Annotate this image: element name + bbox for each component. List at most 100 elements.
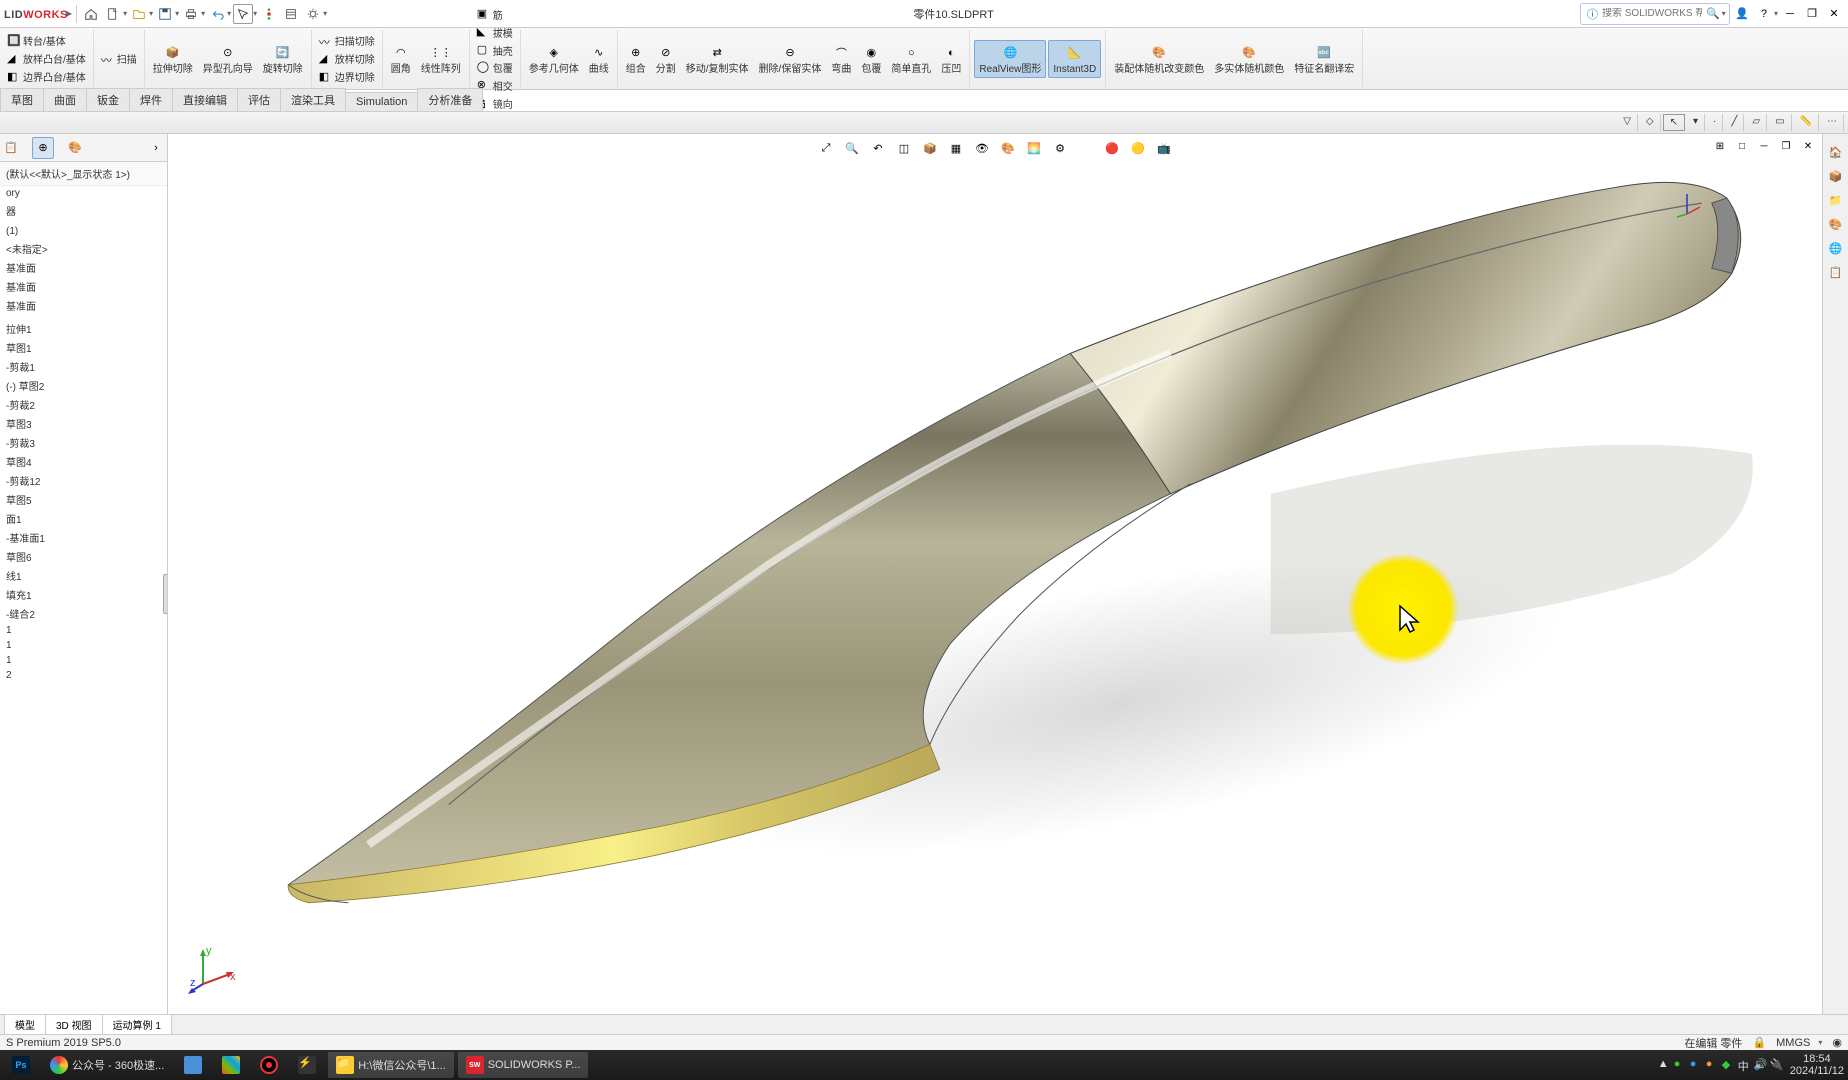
options-icon[interactable] bbox=[303, 4, 323, 24]
bottom-tab-3dview[interactable]: 3D 视图 bbox=[45, 1014, 103, 1035]
tree-item[interactable]: 草图6 bbox=[0, 547, 167, 566]
hole-wizard-button[interactable]: ⊙异型孔向导 bbox=[199, 41, 257, 77]
tray-volume-icon[interactable]: 🔊 bbox=[1754, 1058, 1768, 1072]
tab-sheetmetal[interactable]: 钣金 bbox=[86, 88, 130, 111]
print-icon[interactable] bbox=[181, 4, 201, 24]
tray-icon[interactable]: ▲ bbox=[1658, 1058, 1672, 1072]
zoom-fit-icon[interactable]: ⤢ bbox=[816, 138, 836, 158]
status-lock-icon[interactable]: 🔒 bbox=[1752, 1036, 1766, 1049]
tree-item[interactable]: 器 bbox=[0, 201, 167, 220]
tree-item[interactable]: 面1 bbox=[0, 509, 167, 528]
save-icon[interactable] bbox=[155, 4, 175, 24]
feature-macro-button[interactable]: 🔤特征名翻译宏 bbox=[1290, 41, 1358, 77]
boundary-boss-button[interactable]: ◧边界凸台/基体 bbox=[4, 68, 89, 85]
select-arrow-icon[interactable]: ↖ bbox=[1663, 114, 1685, 131]
status-units[interactable]: MMGS bbox=[1776, 1037, 1810, 1049]
home-icon[interactable] bbox=[81, 4, 101, 24]
tree-tab-expand[interactable]: › bbox=[145, 137, 167, 159]
tree-item[interactable]: 基准面 bbox=[0, 258, 167, 277]
taskbar-explorer[interactable]: 📁H:\微信公众号\1... bbox=[328, 1052, 453, 1078]
tree-item[interactable]: 1 bbox=[0, 623, 167, 638]
status-isolate-icon[interactable]: ◉ bbox=[1832, 1036, 1842, 1049]
split-button[interactable]: ⊘分割 bbox=[652, 41, 680, 77]
rebuild-icon[interactable] bbox=[259, 4, 279, 24]
decal-icon[interactable]: 🟡 bbox=[1128, 138, 1148, 158]
taskbar-date[interactable]: 2024/11/12 bbox=[1790, 1065, 1844, 1077]
dome-button[interactable]: ◐压凹 bbox=[937, 41, 965, 77]
help-icon[interactable]: ? bbox=[1754, 4, 1774, 24]
tree-item[interactable]: ory bbox=[0, 186, 167, 201]
viewport[interactable]: ⤢ 🔍 ↶ ◫ 📦 ▦ 👁 🎨 🌅 ⚙ 🔴 🟡 📺 bbox=[168, 134, 1822, 1014]
sweep-cut-button[interactable]: 〰扫描切除 bbox=[316, 32, 378, 49]
tray-icon[interactable]: 中 bbox=[1738, 1058, 1752, 1072]
realview-button[interactable]: 🌐RealView图形 bbox=[974, 40, 1046, 78]
hole-simple-button[interactable]: ○简单直孔 bbox=[887, 41, 935, 77]
tree-item[interactable]: 基准面 bbox=[0, 296, 167, 315]
panel-custom-icon[interactable]: 📋 bbox=[1826, 262, 1846, 282]
fillet-button[interactable]: ◠圆角 bbox=[387, 41, 415, 77]
loft-boss-button[interactable]: ◢放样凸台/基体 bbox=[4, 50, 89, 67]
tab-analysis[interactable]: 分析准备 bbox=[417, 88, 483, 111]
bottom-tab-motion[interactable]: 运动算例 1 bbox=[102, 1014, 172, 1035]
tree-item[interactable]: 1 bbox=[0, 638, 167, 653]
panel-appearances-icon[interactable]: 🎨 bbox=[1826, 214, 1846, 234]
more-filters-icon[interactable]: ⋯ bbox=[1821, 114, 1844, 131]
tree-item[interactable]: 草图3 bbox=[0, 414, 167, 433]
revolve-cut-button[interactable]: 🔄旋转切除 bbox=[259, 41, 307, 77]
undo-icon[interactable] bbox=[207, 4, 227, 24]
ref-geom-button[interactable]: ◈参考几何体 bbox=[525, 41, 583, 77]
display-icon[interactable]: 📺 bbox=[1154, 138, 1174, 158]
taskbar-record[interactable] bbox=[252, 1052, 286, 1078]
properties-icon[interactable] bbox=[281, 4, 301, 24]
tree-item[interactable]: 草图4 bbox=[0, 452, 167, 471]
tree-item[interactable]: -剪裁3 bbox=[0, 433, 167, 452]
vertex-filter-icon[interactable]: · bbox=[1707, 114, 1723, 131]
taskbar-app1[interactable] bbox=[176, 1052, 210, 1078]
tab-direct-edit[interactable]: 直接编辑 bbox=[172, 88, 238, 111]
sweep-button[interactable]: 〰扫描 bbox=[98, 50, 140, 67]
tree-item[interactable]: -基准面1 bbox=[0, 528, 167, 547]
loft-cut-button[interactable]: ◢放样切除 bbox=[316, 50, 378, 67]
tree-item[interactable]: 草图1 bbox=[0, 338, 167, 357]
vp-max-icon[interactable]: □ bbox=[1732, 136, 1752, 156]
tree-item[interactable]: <未指定> bbox=[0, 239, 167, 258]
instant3d-button[interactable]: 📐Instant3D bbox=[1048, 40, 1101, 78]
user-icon[interactable]: 👤 bbox=[1732, 4, 1752, 24]
panel-resources-icon[interactable]: 📦 bbox=[1826, 166, 1846, 186]
vp-min-icon[interactable]: ─ bbox=[1754, 136, 1774, 156]
filter-dropdown-icon[interactable]: ▾ bbox=[1687, 114, 1705, 131]
restore-icon[interactable]: ❐ bbox=[1802, 4, 1822, 24]
tree-item[interactable]: 1 bbox=[0, 653, 167, 668]
view-orient-icon[interactable]: 📦 bbox=[920, 138, 940, 158]
help-search[interactable]: ⓘ 🔍 ▾ bbox=[1580, 3, 1730, 25]
search-input[interactable] bbox=[1602, 8, 1702, 19]
edit-appearance-icon[interactable]: 🎨 bbox=[998, 138, 1018, 158]
filter-icon[interactable]: ▽ bbox=[1617, 114, 1638, 131]
shell-button[interactable]: ▢抽壳 bbox=[474, 42, 516, 59]
select-icon[interactable] bbox=[233, 4, 253, 24]
face-filter-icon[interactable]: ▱ bbox=[1746, 114, 1767, 131]
panel-decals-icon[interactable]: 🌐 bbox=[1826, 238, 1846, 258]
vp-close-icon[interactable]: ✕ bbox=[1798, 136, 1818, 156]
prev-view-icon[interactable]: ↶ bbox=[868, 138, 888, 158]
appearance-icon[interactable]: 🔴 bbox=[1102, 138, 1122, 158]
tray-icon[interactable]: ● bbox=[1690, 1058, 1704, 1072]
taskbar-solidworks[interactable]: SWSOLIDWORKS P... bbox=[458, 1052, 589, 1078]
zoom-area-icon[interactable]: 🔍 bbox=[842, 138, 862, 158]
minimize-icon[interactable]: ─ bbox=[1780, 4, 1800, 24]
tree-item[interactable]: -剪裁1 bbox=[0, 357, 167, 376]
linear-pattern-button[interactable]: ⋮⋮线性阵列 bbox=[417, 41, 465, 77]
tree-item[interactable]: (-) 草图2 bbox=[0, 376, 167, 395]
measure-icon[interactable]: 📏 bbox=[1794, 114, 1819, 131]
tree-item[interactable]: -剪裁2 bbox=[0, 395, 167, 414]
taskbar-app2[interactable] bbox=[214, 1052, 248, 1078]
taskbar-browser[interactable]: 公众号 - 360极速... bbox=[42, 1052, 172, 1078]
indent-button[interactable]: ◉包覆 bbox=[857, 41, 885, 77]
boss-base-button[interactable]: 🔲转台/基体 bbox=[4, 32, 89, 49]
hide-show-icon[interactable]: 👁 bbox=[972, 138, 992, 158]
move-copy-button[interactable]: ⇄移动/复制实体 bbox=[682, 41, 753, 77]
vp-restore-icon[interactable]: ❐ bbox=[1776, 136, 1796, 156]
combine-button[interactable]: ⊕组合 bbox=[622, 41, 650, 77]
box-filter-icon[interactable]: ▭ bbox=[1769, 114, 1791, 131]
open-icon[interactable] bbox=[129, 4, 149, 24]
